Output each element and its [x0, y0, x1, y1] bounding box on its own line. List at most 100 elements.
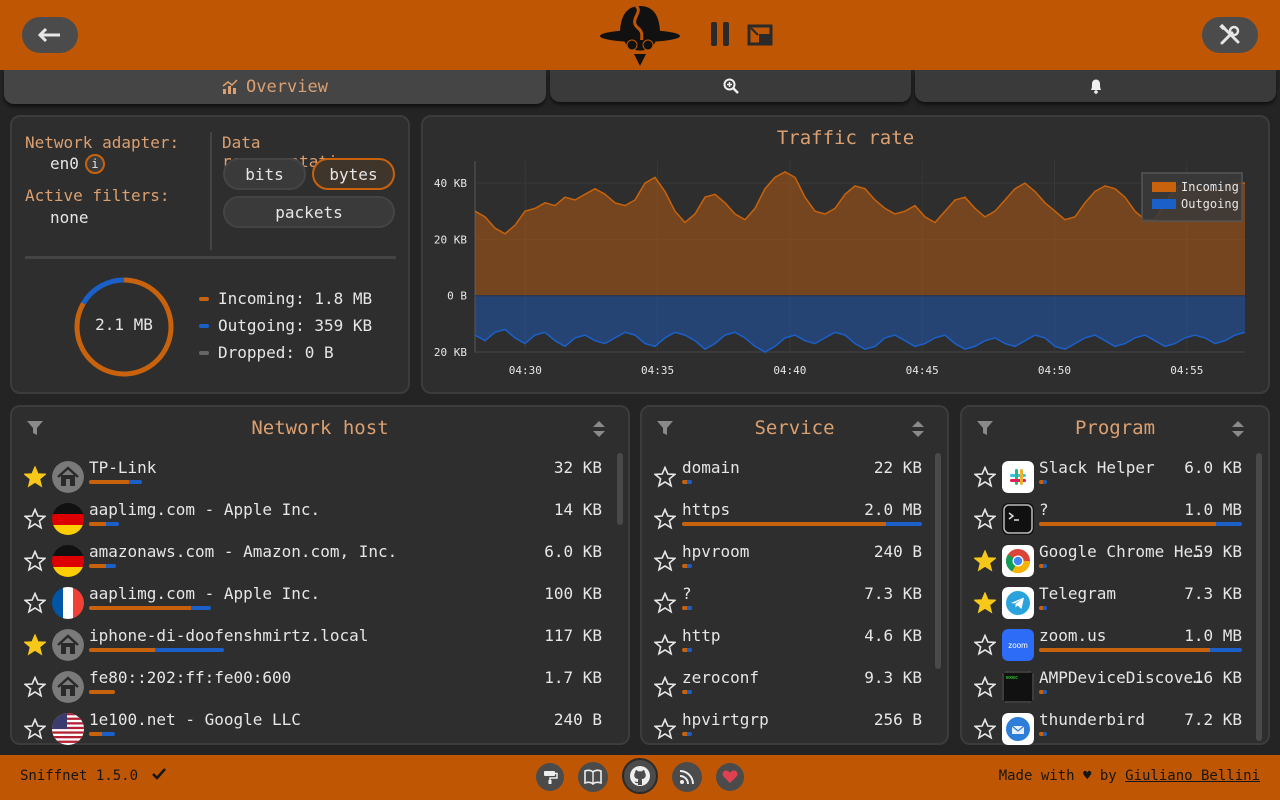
- star-outline-icon[interactable]: [974, 676, 996, 698]
- y-tick-label: 20 KB: [434, 233, 467, 246]
- star-filled-icon[interactable]: [974, 550, 996, 572]
- news-button[interactable]: [672, 762, 702, 792]
- star-outline-icon[interactable]: [24, 550, 46, 572]
- program-row[interactable]: ? 1.0 MB: [962, 500, 1268, 542]
- service-row[interactable]: https 2.0 MB: [642, 500, 947, 542]
- sponsor-button[interactable]: [716, 763, 744, 791]
- traffic-bar: [682, 690, 692, 694]
- network-host-scrollbar[interactable]: [617, 453, 623, 525]
- program-row-amount: 59 KB: [1193, 542, 1242, 561]
- star-filled-icon[interactable]: [24, 466, 46, 488]
- service-row[interactable]: zeroconf 9.3 KB: [642, 668, 947, 710]
- outgoing-share: [1043, 480, 1047, 484]
- svg-text:exec: exec: [1006, 675, 1018, 681]
- star-filled-icon[interactable]: [974, 592, 996, 614]
- host-row[interactable]: aaplimg.com - Apple Inc. 14 KB: [12, 500, 628, 542]
- slack-icon: [1002, 461, 1034, 493]
- service-row-name: http: [682, 626, 721, 645]
- program-row[interactable]: zoom zoom.us 1.0 MB: [962, 626, 1268, 668]
- star-outline-icon[interactable]: [24, 676, 46, 698]
- star-outline-icon[interactable]: [974, 634, 996, 656]
- incoming-share: [89, 522, 106, 526]
- sort-icon[interactable]: [592, 419, 606, 439]
- service-row-name: domain: [682, 458, 740, 477]
- star-filled-icon[interactable]: [24, 634, 46, 656]
- thumbnail-mode-icon[interactable]: [747, 22, 773, 48]
- home-icon: [52, 629, 84, 661]
- tab-notifications[interactable]: [915, 70, 1276, 102]
- star-outline-icon[interactable]: [974, 718, 996, 740]
- star-outline-icon[interactable]: [974, 466, 996, 488]
- star-outline-icon[interactable]: [24, 718, 46, 740]
- program-row-amount: 16 KB: [1193, 668, 1242, 687]
- incoming-share: [89, 606, 191, 610]
- program-row-name: Telegram: [1039, 584, 1117, 603]
- adapter-info-icon[interactable]: i: [85, 154, 105, 174]
- star-outline-icon[interactable]: [24, 592, 46, 614]
- program-row[interactable]: exec AMPDeviceDiscove… 16 KB: [962, 668, 1268, 710]
- program-row-amount: 7.2 KB: [1184, 710, 1242, 729]
- overview-info-panel: Network adapter: en0 i Active filters: n…: [10, 115, 410, 394]
- star-outline-icon[interactable]: [654, 466, 676, 488]
- incoming-share: [89, 480, 129, 484]
- program-row[interactable]: Slack Helper 6.0 KB: [962, 458, 1268, 500]
- sort-icon[interactable]: [1231, 419, 1245, 439]
- service-row-amount: 4.6 KB: [864, 626, 922, 645]
- packets-button[interactable]: packets: [223, 196, 395, 228]
- sort-icon[interactable]: [911, 419, 925, 439]
- host-row[interactable]: iphone-di-doofenshmirtz.local 117 KB: [12, 626, 628, 668]
- service-row[interactable]: http 4.6 KB: [642, 626, 947, 668]
- wiki-button[interactable]: [578, 762, 608, 792]
- author-link[interactable]: Giuliano Bellini: [1125, 768, 1260, 784]
- tab-overview[interactable]: Overview: [4, 70, 546, 104]
- star-outline-icon[interactable]: [974, 508, 996, 530]
- host-row[interactable]: fe80::202:ff:fe00:600 1.7 KB: [12, 668, 628, 710]
- github-button[interactable]: [622, 758, 658, 794]
- filters-value: none: [50, 208, 89, 227]
- pause-icon-bar-left: [711, 22, 717, 46]
- host-row[interactable]: aaplimg.com - Apple Inc. 100 KB: [12, 584, 628, 626]
- traffic-bar: [89, 648, 224, 652]
- traffic-bar: [1039, 732, 1047, 736]
- star-outline-icon[interactable]: [654, 592, 676, 614]
- program-row[interactable]: thunderbird 7.2 KB: [962, 710, 1268, 752]
- star-outline-icon[interactable]: [654, 508, 676, 530]
- y-tick-label: 20 KB: [434, 346, 467, 359]
- bytes-button[interactable]: bytes: [312, 158, 395, 190]
- paint-roller-icon: [544, 771, 558, 784]
- traffic-bar: [682, 522, 922, 526]
- star-outline-icon[interactable]: [654, 550, 676, 572]
- legend-swatch-outgoing: [1152, 199, 1176, 209]
- traffic-bar: [1039, 690, 1047, 694]
- host-row[interactable]: amazonaws.com - Amazon.com, Inc. 6.0 KB: [12, 542, 628, 584]
- service-row[interactable]: ? 7.3 KB: [642, 584, 947, 626]
- host-row[interactable]: 1e100.net - Google LLC 240 B: [12, 710, 628, 752]
- zoom-icon: zoom: [1002, 629, 1034, 661]
- service-scrollbar[interactable]: [935, 453, 941, 669]
- tab-inspect[interactable]: [550, 70, 911, 102]
- service-row[interactable]: domain 22 KB: [642, 458, 947, 500]
- program-row-name: zoom.us: [1039, 626, 1107, 645]
- flag-fr-icon: [52, 587, 84, 619]
- star-outline-icon[interactable]: [654, 676, 676, 698]
- bits-button[interactable]: bits: [223, 158, 306, 190]
- back-button[interactable]: [22, 17, 78, 53]
- host-row[interactable]: TP-Link 32 KB: [12, 458, 628, 500]
- program-scrollbar[interactable]: [1256, 453, 1262, 741]
- program-row[interactable]: Google Chrome He… 59 KB: [962, 542, 1268, 584]
- style-button[interactable]: [536, 763, 564, 791]
- service-row[interactable]: hpvirtgrp 256 B: [642, 710, 947, 752]
- program-title: Program: [1074, 417, 1156, 439]
- pause-button[interactable]: [708, 22, 732, 48]
- service-row-amount: 2.0 MB: [864, 500, 922, 519]
- service-row[interactable]: hpvroom 240 B: [642, 542, 947, 584]
- host-row-amount: 14 KB: [553, 500, 602, 519]
- settings-button[interactable]: [1202, 17, 1258, 53]
- star-outline-icon[interactable]: [654, 634, 676, 656]
- star-outline-icon[interactable]: [24, 508, 46, 530]
- outgoing-share: [687, 564, 692, 568]
- flag-de-icon: [52, 503, 84, 535]
- star-outline-icon[interactable]: [654, 718, 676, 740]
- program-row[interactable]: Telegram 7.3 KB: [962, 584, 1268, 626]
- made-with-label: Made with ♥ by: [998, 768, 1117, 784]
